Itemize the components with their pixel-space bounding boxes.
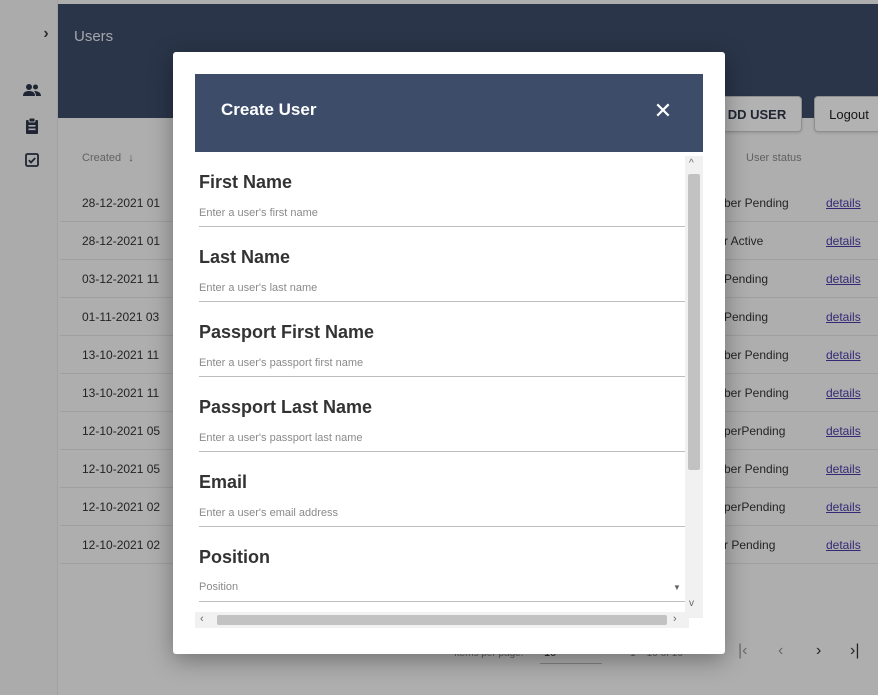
dropdown-caret-icon: ▼ xyxy=(673,583,681,592)
scroll-down-arrow-icon[interactable]: v xyxy=(689,598,694,609)
last-name-field: Last Name xyxy=(199,227,685,302)
dialog-header: Create User ✕ xyxy=(195,74,703,152)
scroll-left-arrow-icon[interactable]: ‹ xyxy=(200,613,204,625)
scroll-right-arrow-icon[interactable]: › xyxy=(673,613,677,625)
position-label: Position xyxy=(199,547,270,567)
position-field[interactable]: Position Position ▼ xyxy=(199,527,685,602)
dialog-title: Create User xyxy=(221,100,317,119)
first-name-input[interactable] xyxy=(199,204,679,222)
passport-last-name-label: Passport Last Name xyxy=(199,397,373,417)
position-select[interactable]: Position xyxy=(199,581,238,593)
email-field: Email xyxy=(199,452,685,527)
close-icon[interactable]: ✕ xyxy=(651,100,675,124)
last-name-label: Last Name xyxy=(199,247,291,267)
vertical-scroll-thumb[interactable] xyxy=(688,174,700,470)
scroll-up-arrow-icon[interactable]: ^ xyxy=(689,158,694,169)
email-label: Email xyxy=(199,472,248,492)
email-input[interactable] xyxy=(199,504,679,522)
horizontal-scrollbar[interactable]: ‹ › xyxy=(195,612,689,628)
passport-first-name-field: Passport First Name xyxy=(199,302,685,377)
passport-first-name-input[interactable] xyxy=(199,354,679,372)
passport-first-name-label: Passport First Name xyxy=(199,322,375,342)
horizontal-scroll-thumb[interactable] xyxy=(217,615,667,625)
passport-last-name-field: Passport Last Name xyxy=(199,377,685,452)
vertical-scrollbar[interactable]: ^ v xyxy=(685,156,703,618)
create-user-form: First Name Last Name Passport First Name… xyxy=(195,152,687,630)
last-name-input[interactable] xyxy=(199,279,679,297)
create-user-dialog: Create User ✕ First Name Last Name Passp… xyxy=(173,52,725,654)
first-name-field: First Name xyxy=(199,152,685,227)
passport-last-name-input[interactable] xyxy=(199,429,679,447)
first-name-label: First Name xyxy=(199,172,293,192)
